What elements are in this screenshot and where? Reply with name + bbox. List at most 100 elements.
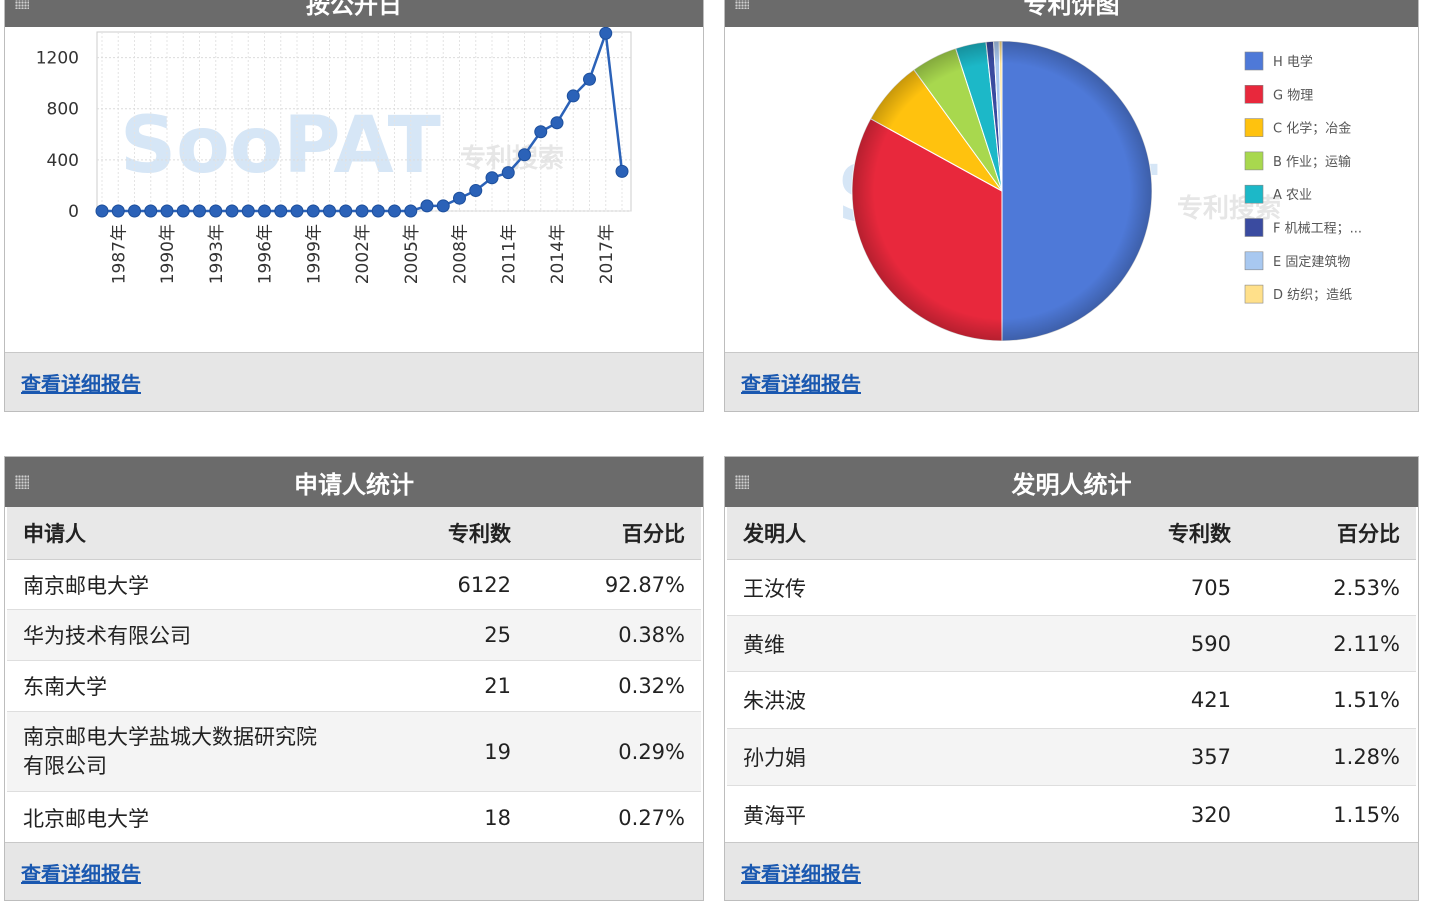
data-point[interactable]	[534, 125, 548, 139]
data-point[interactable]	[388, 204, 401, 218]
data-point[interactable]	[225, 204, 239, 218]
data-point[interactable]	[615, 164, 629, 178]
x-tick-label: 1999年	[304, 224, 324, 284]
patent-percent: 2.11%	[1247, 615, 1416, 672]
view-report-link[interactable]: 查看详细报告	[741, 368, 861, 397]
drag-grip-icon[interactable]	[15, 475, 29, 489]
table-row[interactable]: 东南大学 21 0.32%	[7, 660, 701, 712]
data-point[interactable]	[128, 204, 141, 218]
data-point[interactable]	[371, 204, 385, 218]
data-point[interactable]	[241, 204, 255, 218]
applicant-panel-footer: 查看详细报告	[5, 842, 703, 900]
legend-label: D 纺织；造纸	[1273, 288, 1352, 303]
table-row[interactable]: 黄海平 320 1.15%	[727, 785, 1416, 844]
column-header-percent[interactable]: 百分比	[1247, 507, 1416, 560]
data-point[interactable]	[485, 171, 499, 185]
data-point[interactable]	[144, 204, 158, 218]
patent-count: 19	[337, 711, 527, 792]
x-tick-label: 2008年	[451, 224, 471, 284]
data-point[interactable]	[355, 204, 369, 218]
pie-chart: SooPAT专利搜索H 电学G 物理C 化学；冶金B 作业；运输A 农业F 机械…	[837, 40, 1362, 342]
data-point[interactable]	[566, 89, 580, 103]
data-point[interactable]	[453, 191, 466, 205]
applicant-name: 南京邮电大学盐城大数据研究院有限公司	[7, 711, 337, 792]
data-point[interactable]	[160, 204, 174, 218]
legend-label: F 机械工程；...	[1273, 222, 1362, 237]
patent-count: 6122	[337, 559, 527, 610]
patent-percent: 1.51%	[1247, 671, 1416, 729]
y-tick-label: 1200	[36, 49, 79, 69]
drag-grip-icon[interactable]	[735, 0, 749, 9]
patent-percent: 92.87%	[527, 559, 701, 610]
data-point[interactable]	[404, 204, 418, 218]
data-point[interactable]	[95, 204, 109, 218]
column-header-inventor[interactable]: 发明人	[727, 507, 1057, 560]
drag-grip-icon[interactable]	[735, 475, 749, 489]
y-tick-label: 400	[47, 151, 79, 171]
legend-swatch	[1244, 51, 1264, 71]
data-point[interactable]	[258, 204, 271, 218]
patent-percent: 1.28%	[1247, 728, 1416, 786]
view-report-link[interactable]: 查看详细报告	[741, 858, 861, 887]
data-point[interactable]	[583, 72, 596, 86]
data-point[interactable]	[518, 148, 531, 162]
view-report-link[interactable]: 查看详细报告	[21, 858, 141, 887]
patent-count: 705	[1057, 559, 1247, 616]
x-tick-label: 2014年	[548, 224, 568, 284]
inventor-name: 黄维	[727, 615, 1057, 672]
inventor-panel: 发明人统计 发明人 专利数 百分比 王汝传 705 2.53% 黄维 590 2…	[724, 456, 1419, 901]
inventor-name: 黄海平	[727, 785, 1057, 844]
applicant-name: 华为技术有限公司	[7, 609, 337, 661]
data-point[interactable]	[420, 199, 434, 213]
data-point[interactable]	[339, 204, 353, 218]
table-row[interactable]: 朱洪波 421 1.51%	[727, 671, 1416, 729]
data-point[interactable]	[193, 204, 206, 218]
data-point[interactable]	[274, 204, 288, 218]
table-row[interactable]: 华为技术有限公司 25 0.38%	[7, 609, 701, 661]
trend-panel-title: 按公开日	[306, 0, 402, 19]
legend-swatch	[1244, 251, 1264, 271]
column-header-count[interactable]: 专利数	[337, 507, 527, 560]
pie-panel-title: 专利饼图	[1023, 0, 1120, 19]
legend-label: B 作业；运输	[1273, 154, 1351, 170]
table-row[interactable]: 北京邮电大学 18 0.27%	[7, 791, 701, 844]
trend-chart-area: SooPAT 专利搜索 0 400 800 1200 1987年 1990年 1993年 1996…	[5, 26, 703, 354]
data-point[interactable]	[323, 204, 336, 218]
table-row[interactable]: 孙力娟 357 1.28%	[727, 728, 1416, 786]
column-header-count[interactable]: 专利数	[1057, 507, 1247, 560]
data-point[interactable]	[111, 204, 125, 218]
table-row[interactable]: 黄维 590 2.11%	[727, 615, 1416, 672]
applicant-name: 东南大学	[7, 660, 337, 712]
patent-percent: 2.53%	[1247, 559, 1416, 616]
data-point[interactable]	[469, 184, 483, 198]
data-point[interactable]	[209, 204, 223, 218]
table-row[interactable]: 南京邮电大学盐城大数据研究院有限公司 19 0.29%	[7, 711, 701, 792]
data-point[interactable]	[599, 26, 613, 40]
trend-line-chart: SooPAT 专利搜索040080012001987年 1990年 1993年 1996…	[36, 26, 632, 284]
data-point[interactable]	[306, 204, 320, 218]
patent-percent: 0.32%	[527, 660, 701, 712]
data-point[interactable]	[290, 204, 304, 218]
table-row[interactable]: 南京邮电大学 6122 92.87%	[7, 559, 701, 610]
legend-label: G 物理	[1273, 88, 1313, 103]
data-point[interactable]	[436, 199, 450, 213]
legend-label: E 固定建筑物	[1273, 254, 1350, 270]
table-header-row: 申请人 专利数 百分比	[7, 507, 701, 560]
pie-chart-area: SooPAT专利搜索H 电学G 物理C 化学；冶金B 作业；运输A 农业F 机械…	[725, 27, 1418, 354]
column-header-applicant[interactable]: 申请人	[7, 507, 337, 560]
data-point[interactable]	[501, 166, 515, 180]
patent-count: 25	[337, 609, 527, 661]
drag-grip-icon[interactable]	[15, 0, 29, 9]
trend-panel: 按公开日 SooPAT 专利搜索 0 400 800 1200 1987年 1990年 1993…	[4, 0, 704, 412]
legend-swatch	[1244, 151, 1264, 171]
patent-count: 421	[1057, 671, 1247, 729]
column-header-percent[interactable]: 百分比	[527, 507, 701, 560]
patent-percent: 0.38%	[527, 609, 701, 661]
data-point[interactable]	[550, 116, 564, 130]
data-point[interactable]	[176, 204, 190, 218]
table-row[interactable]: 王汝传 705 2.53%	[727, 559, 1416, 616]
view-report-link[interactable]: 查看详细报告	[21, 368, 141, 397]
x-tick-label: 2002年	[353, 224, 373, 284]
trend-panel-footer: 查看详细报告	[5, 352, 703, 411]
x-tick-label: 2011年	[499, 224, 519, 284]
